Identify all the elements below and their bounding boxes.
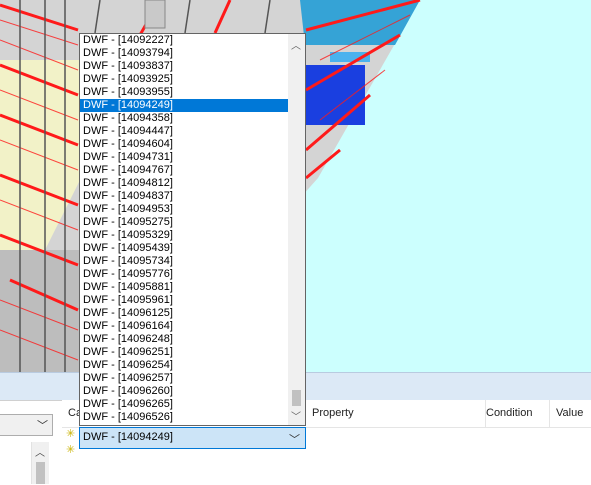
column-property[interactable]: Property [306,400,486,427]
dropdown-item[interactable]: DWF - [14094358] [80,112,288,125]
dropdown-item[interactable]: DWF - [14094837] [80,190,288,203]
column-condition[interactable]: Condition [480,400,550,427]
scroll-thumb[interactable] [292,390,301,406]
dropdown-item[interactable]: DWF - [14096265] [80,398,288,411]
column-category[interactable]: Ca [62,400,82,427]
dropdown-item[interactable]: DWF - [14095881] [80,281,288,294]
column-value[interactable]: Value [550,400,591,427]
dropdown-scrollbar[interactable]: ︿ ﹀ [288,34,305,425]
dropdown-item[interactable]: DWF - [14096526] [80,411,288,424]
dwf-dropdown-list[interactable]: DWF - [14092227] DWF - [14093794] DWF - [1… [79,33,306,426]
dropdown-item[interactable]: DWF - [14093955] [80,86,288,99]
scroll-down-icon[interactable]: ﹀ [291,408,301,423]
dropdown-items: DWF - [14092227] DWF - [14093794] DWF - [1… [80,34,288,424]
scroll-thumb[interactable] [36,462,45,484]
dropdown-item[interactable]: DWF - [14094249] [80,99,288,112]
scroll-up-icon[interactable]: ︿ [291,37,301,52]
dropdown-item[interactable]: DWF - [14095439] [80,242,288,255]
dropdown-item[interactable]: DWF - [14096260] [80,385,288,398]
scroll-up-icon[interactable]: ︿ [35,444,45,459]
dropdown-item[interactable]: DWF - [14096164] [80,320,288,333]
new-row-icon: ✳ [66,444,76,456]
dropdown-item[interactable]: DWF - [14096257] [80,372,288,385]
dropdown-item[interactable]: DWF - [14093794] [80,47,288,60]
new-row-icon: ✳ [66,428,76,440]
dropdown-item[interactable]: DWF - [14094812] [80,177,288,190]
left-dropdown[interactable]: ﹀ [0,414,53,436]
dropdown-item[interactable]: DWF - [14094447] [80,125,288,138]
combo-value: DWF - [14094249] [83,431,173,443]
dropdown-item[interactable]: DWF - [14096254] [80,359,288,372]
dropdown-item[interactable]: DWF - [14092227] [80,34,288,47]
dropdown-item[interactable]: DWF - [14095275] [80,216,288,229]
dropdown-item[interactable]: DWF - [14093925] [80,73,288,86]
dropdown-item[interactable]: DWF - [14093837] [80,60,288,73]
dropdown-item[interactable]: DWF - [14095329] [80,229,288,242]
dropdown-item[interactable]: DWF - [14096248] [80,333,288,346]
dropdown-item[interactable]: DWF - [14095776] [80,268,288,281]
dropdown-item[interactable]: DWF - [14094767] [80,164,288,177]
dropdown-item[interactable]: DWF - [14094953] [80,203,288,216]
dropdown-item[interactable]: DWF - [14095734] [80,255,288,268]
left-scrollbar[interactable]: ︿ [31,442,49,484]
chevron-down-icon: ﹀ [37,420,48,432]
dropdown-item[interactable]: DWF - [14094604] [80,138,288,151]
dropdown-item[interactable]: DWF - [14095961] [80,294,288,307]
dwf-combo-box[interactable]: DWF - [14094249] ﹀ [79,427,306,449]
dropdown-item[interactable]: DWF - [14096251] [80,346,288,359]
dropdown-item[interactable]: DWF - [14094731] [80,151,288,164]
dropdown-item[interactable]: DWF - [14096125] [80,307,288,320]
chevron-down-icon[interactable]: ﹀ [289,431,300,447]
